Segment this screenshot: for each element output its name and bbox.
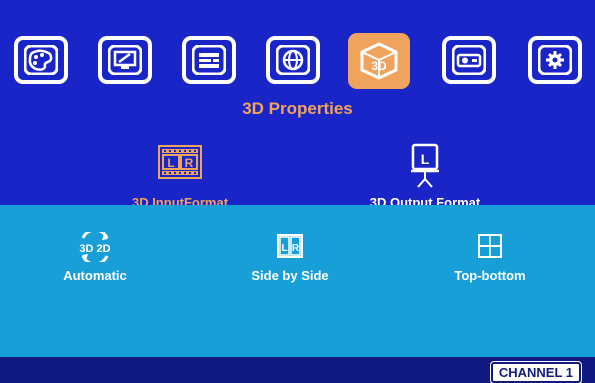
tab-layout[interactable] bbox=[182, 36, 236, 84]
page-title: 3D Properties bbox=[242, 99, 353, 118]
tab-projector[interactable] bbox=[442, 36, 496, 84]
option-side-by-side[interactable]: L R Side by Side bbox=[240, 230, 340, 286]
tab-settings[interactable] bbox=[528, 36, 582, 84]
channel-badge: CHANNEL 1 bbox=[490, 362, 581, 383]
option-automatic-label: Automatic bbox=[63, 268, 127, 283]
3d-icon-text: 3D bbox=[371, 59, 387, 73]
display-settings-icon bbox=[108, 45, 142, 75]
side-by-side-icon: L R bbox=[277, 234, 303, 258]
sbs-icon-l: L bbox=[281, 243, 287, 254]
3d-cube-icon: 3D bbox=[360, 42, 398, 80]
auto-icon-text: 3D 2D bbox=[79, 243, 110, 255]
option-side-by-side-label: Side by Side bbox=[251, 268, 329, 283]
gear-icon bbox=[538, 45, 572, 75]
output-format-option[interactable]: L 3D Output Format bbox=[355, 140, 495, 210]
option-top-bottom[interactable]: Top-bottom bbox=[440, 230, 540, 286]
projector-icon bbox=[452, 45, 486, 75]
tab-network[interactable] bbox=[266, 36, 320, 84]
top-bottom-icon bbox=[478, 234, 502, 258]
tab-3d[interactable]: 3D bbox=[348, 33, 410, 89]
input-format-option[interactable]: L R 3D InputFormat bbox=[110, 140, 250, 210]
osd-menu-screen: 3D 3D Properties L R 3D InputFormat L 3D… bbox=[0, 0, 595, 383]
sbs-icon-r: R bbox=[292, 243, 300, 254]
tab-display[interactable] bbox=[98, 36, 152, 84]
input-icon-r: R bbox=[185, 156, 194, 170]
option-top-bottom-label: Top-bottom bbox=[454, 268, 526, 283]
screen-projector-icon: L bbox=[411, 143, 439, 188]
globe-icon bbox=[276, 45, 310, 75]
lr-film-icon: L R bbox=[158, 145, 202, 179]
input-icon-l: L bbox=[167, 156, 174, 170]
tab-color[interactable] bbox=[14, 36, 68, 84]
option-automatic[interactable]: 3D 2D Automatic bbox=[60, 230, 130, 286]
output-icon-l: L bbox=[421, 151, 430, 167]
3d-2d-auto-icon: 3D 2D bbox=[79, 232, 111, 262]
layout-bars-icon bbox=[192, 45, 226, 75]
palette-icon bbox=[24, 45, 58, 75]
